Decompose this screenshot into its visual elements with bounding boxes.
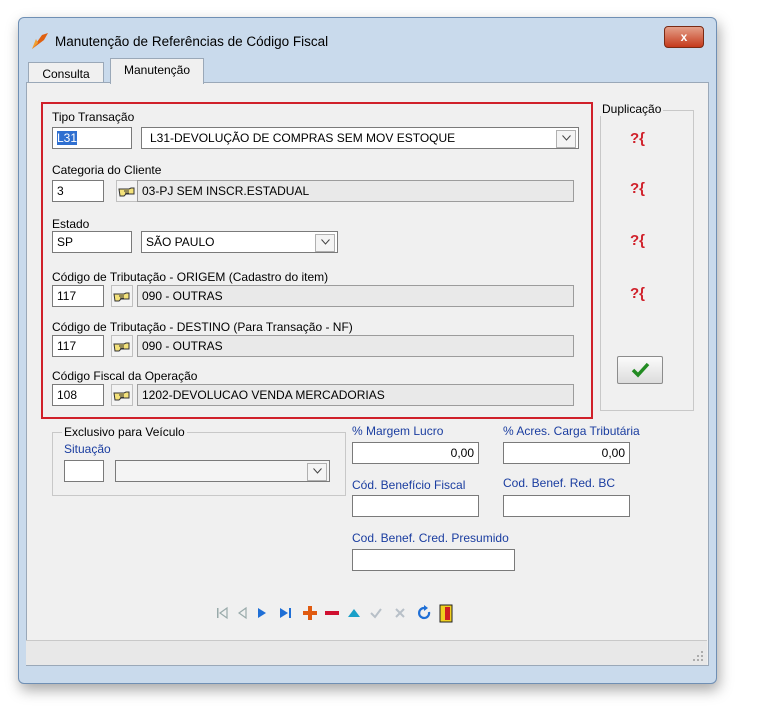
estado-code-field[interactable]: SP — [52, 231, 132, 253]
duplicate-icon: ?{ — [630, 232, 645, 249]
prior-record-icon[interactable] — [232, 603, 252, 623]
last-record-icon[interactable] — [276, 603, 296, 623]
beneficio-fiscal-label: Cód. Benefício Fiscal — [352, 478, 466, 492]
trib-origem-label: Código de Tributação - ORIGEM (Cadastro … — [52, 270, 329, 284]
trib-destino-description: 090 - OUTRAS — [137, 335, 574, 357]
categoria-cliente-description: 03-PJ SEM INSCR.ESTADUAL — [137, 180, 574, 202]
exit-door-icon[interactable] — [436, 603, 456, 623]
cfop-label: Código Fiscal da Operação — [52, 369, 198, 383]
situacao-label: Situação — [64, 442, 111, 456]
benef-cred-presumido-field[interactable] — [352, 549, 515, 571]
categoria-cliente-label: Categoria do Cliente — [52, 163, 162, 177]
delete-icon[interactable] — [322, 603, 342, 623]
confirm-button[interactable] — [617, 356, 663, 384]
pointing-hand-icon — [113, 391, 130, 401]
close-button[interactable]: x — [664, 26, 704, 48]
combo-arrow-icon[interactable] — [556, 130, 576, 148]
benef-red-bc-field[interactable] — [503, 495, 630, 517]
estado-label: Estado — [52, 217, 90, 231]
refresh-icon[interactable] — [414, 603, 434, 623]
tipo-transacao-code-value: L31 — [57, 131, 78, 145]
categoria-lookup-button[interactable] — [116, 180, 138, 202]
margem-lucro-label: % Margem Lucro — [352, 424, 444, 438]
cfop-code-field[interactable]: 108 — [52, 384, 104, 406]
cancel-icon[interactable] — [390, 603, 410, 623]
cfop-lookup-button[interactable] — [111, 384, 133, 406]
combo-arrow-icon[interactable] — [315, 234, 335, 252]
trib-destino-code-field[interactable]: 117 — [52, 335, 104, 357]
cfop-description: 1202-DEVOLUCAO VENDA MERCADORIAS — [137, 384, 574, 406]
duplicate-icon: ?{ — [630, 130, 645, 147]
trib-origem-lookup-button[interactable] — [111, 285, 133, 307]
insert-icon[interactable] — [300, 603, 320, 623]
situacao-combo[interactable] — [115, 460, 330, 482]
combo-arrow-icon[interactable] — [307, 463, 327, 481]
beneficio-fiscal-field[interactable] — [352, 495, 479, 517]
benef-red-bc-label: Cod. Benef. Red. BC — [503, 476, 616, 490]
tipo-transacao-combo[interactable]: L31-DEVOLUÇÃO DE COMPRAS SEM MOV ESTOQUE — [141, 127, 579, 149]
trib-destino-lookup-button[interactable] — [111, 335, 133, 357]
checkmark-icon — [631, 362, 650, 378]
post-icon[interactable] — [366, 603, 386, 623]
duplicate-icon: ?{ — [630, 180, 645, 197]
app-logo-icon — [30, 31, 50, 51]
estado-combo[interactable]: SÃO PAULO — [141, 231, 338, 253]
duplicate-origem-button[interactable]: ?{ — [630, 285, 654, 307]
estado-description: SÃO PAULO — [146, 235, 215, 249]
margem-lucro-field[interactable]: 0,00 — [352, 442, 479, 464]
status-bar — [26, 640, 707, 665]
duplicate-estado-button[interactable]: ?{ — [630, 232, 654, 254]
duplicate-icon: ?{ — [630, 285, 645, 302]
categoria-cliente-code-field[interactable]: 3 — [52, 180, 104, 202]
duplicate-categoria-button[interactable]: ?{ — [630, 180, 654, 202]
pointing-hand-icon — [118, 187, 135, 197]
trib-destino-label: Código de Tributação - DESTINO (Para Tra… — [52, 320, 353, 334]
tipo-transacao-label: Tipo Transação — [52, 110, 135, 124]
resize-grip-icon[interactable] — [692, 650, 704, 662]
acres-carga-label: % Acres. Carga Tributária — [503, 424, 640, 438]
window-title: Manutenção de Referências de Código Fisc… — [55, 34, 329, 49]
tipo-transacao-description: L31-DEVOLUÇÃO DE COMPRAS SEM MOV ESTOQUE — [150, 131, 456, 145]
next-record-icon[interactable] — [252, 603, 272, 623]
edit-icon[interactable] — [344, 603, 364, 623]
acres-carga-field[interactable]: 0,00 — [503, 442, 630, 464]
first-record-icon[interactable] — [212, 603, 232, 623]
benef-cred-presumido-label: Cod. Benef. Cred. Presumido — [352, 531, 509, 545]
trib-origem-code-field[interactable]: 117 — [52, 285, 104, 307]
situacao-code-field[interactable] — [64, 460, 104, 482]
pointing-hand-icon — [113, 342, 130, 352]
veiculo-group-label: Exclusivo para Veículo — [62, 425, 187, 439]
duplicate-tipo-button[interactable]: ?{ — [630, 130, 654, 152]
trib-origem-description: 090 - OUTRAS — [137, 285, 574, 307]
tab-manutencao[interactable]: Manutenção — [110, 58, 204, 84]
duplicacao-label: Duplicação — [600, 102, 664, 116]
tipo-transacao-code-field[interactable]: L31 — [52, 127, 132, 149]
pointing-hand-icon — [113, 292, 130, 302]
tab-consulta[interactable]: Consulta — [28, 62, 104, 83]
